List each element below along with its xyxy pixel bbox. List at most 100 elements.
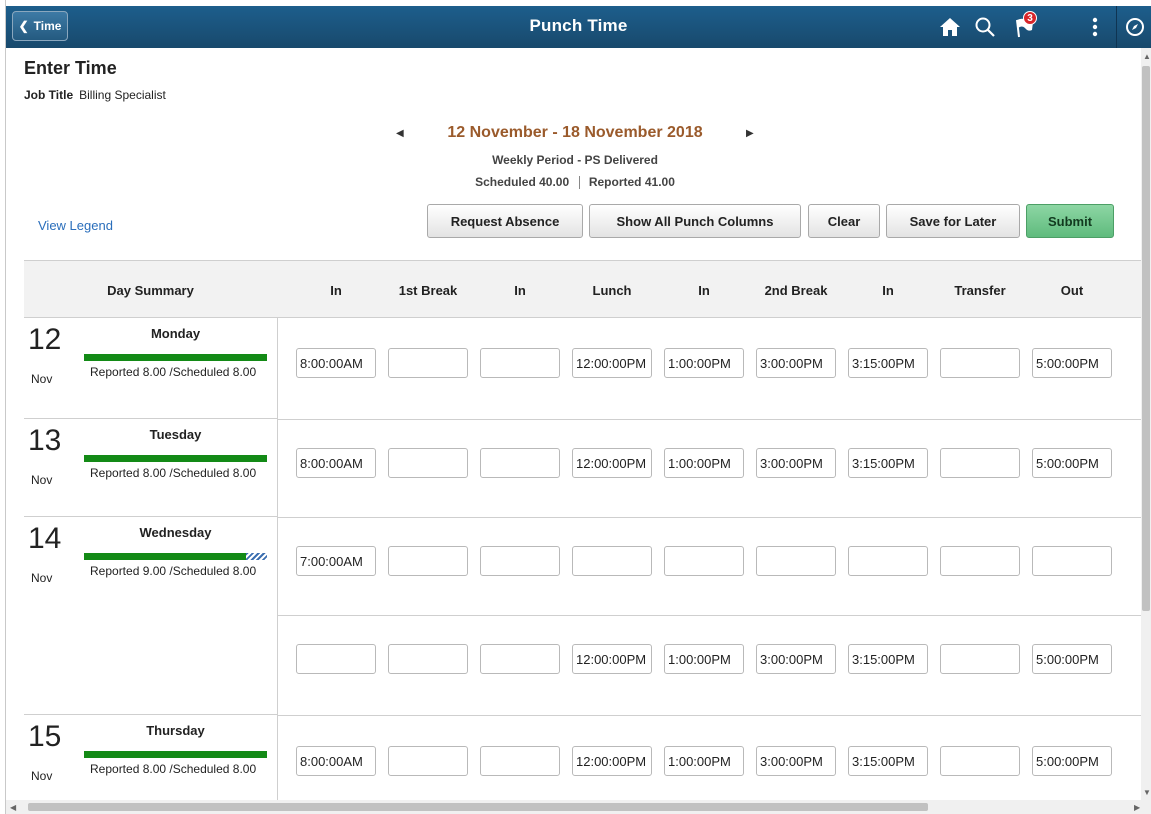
punch-input-in[interactable]: 1:00:00PM (664, 644, 744, 674)
punch-input-transfer[interactable] (940, 746, 1020, 776)
punch-input-out[interactable]: 5:00:00PM (1032, 348, 1112, 378)
punch-input-in[interactable]: 1:00:00PM (664, 746, 744, 776)
punch-input-lunch[interactable]: 12:00:00PM (572, 644, 652, 674)
punch-input-1st-break[interactable] (388, 348, 468, 378)
punch-input-in[interactable] (480, 746, 560, 776)
day-name: Tuesday (149, 427, 202, 442)
scroll-down-icon[interactable]: ▼ (1143, 788, 1151, 797)
day-summary-tuesday[interactable]: 13 Nov Tuesday Reported 8.00 /Scheduled … (24, 419, 277, 517)
punch-input-transfer[interactable] (940, 644, 1020, 674)
day-summary-thursday[interactable]: 15 Nov Thursday Reported 8.00 /Scheduled… (24, 715, 277, 800)
horizontal-scrollbar[interactable]: ◀ ▶ (6, 800, 1151, 814)
day-month: Nov (31, 372, 53, 386)
more-actions-icon[interactable] (1082, 14, 1108, 40)
left-edge (0, 0, 6, 814)
row-divider (277, 615, 1141, 616)
punch-input-out[interactable] (1032, 546, 1112, 576)
notifications-flag-icon[interactable]: 3 (1011, 11, 1037, 40)
clear-button[interactable]: Clear (808, 204, 880, 238)
punch-input-transfer[interactable] (940, 546, 1020, 576)
punch-input-in[interactable]: 8:00:00AM (296, 448, 376, 478)
punch-input-lunch[interactable]: 12:00:00PM (572, 746, 652, 776)
period-range: 12 November - 18 November 2018 (447, 124, 703, 141)
notification-badge: 3 (1023, 11, 1037, 25)
punch-input-in[interactable]: 3:15:00PM (848, 644, 928, 674)
column-header-1st-break: 1st Break (398, 283, 458, 298)
day-name: Thursday (146, 723, 205, 738)
punch-input-2nd-break[interactable]: 3:00:00PM (756, 348, 836, 378)
punch-input-out[interactable]: 5:00:00PM (1032, 448, 1112, 478)
punch-input-in[interactable]: 1:00:00PM (664, 448, 744, 478)
row-divider (277, 419, 1141, 420)
day-month: Nov (31, 571, 53, 585)
punch-input-1st-break[interactable] (388, 746, 468, 776)
next-period-icon[interactable]: ▶ (746, 128, 754, 139)
punch-input-in[interactable] (480, 348, 560, 378)
punch-input-1st-break[interactable] (388, 546, 468, 576)
punch-input-2nd-break[interactable] (756, 546, 836, 576)
reported-progress-bar (84, 354, 267, 361)
punch-input-in[interactable]: 7:00:00AM (296, 546, 376, 576)
punch-input-in[interactable] (480, 546, 560, 576)
back-button[interactable]: ❮ Time (12, 11, 68, 41)
totals-divider (578, 176, 580, 190)
horizontal-scroll-thumb[interactable] (28, 803, 928, 811)
column-header-out: Out (1060, 283, 1084, 298)
save-for-later-button[interactable]: Save for Later (886, 204, 1020, 238)
day-summary-wednesday[interactable]: 14 Nov Wednesday Reported 9.00 /Schedule… (24, 517, 277, 715)
punch-input-out[interactable]: 5:00:00PM (1032, 644, 1112, 674)
day-summary-monday[interactable]: 12 Nov Monday Reported 8.00 /Scheduled 8… (24, 318, 277, 419)
punch-input-2nd-break[interactable]: 3:00:00PM (756, 448, 836, 478)
punch-input-in[interactable] (480, 644, 560, 674)
request-absence-button[interactable]: Request Absence (427, 204, 583, 238)
search-icon[interactable] (972, 14, 998, 40)
show-all-punch-columns-button[interactable]: Show All Punch Columns (589, 204, 801, 238)
day-number: 12 (28, 323, 62, 356)
column-header-transfer: Transfer (954, 283, 1006, 298)
punch-input-1st-break[interactable] (388, 644, 468, 674)
punch-input-out[interactable]: 5:00:00PM (1032, 746, 1112, 776)
previous-period-icon[interactable]: ◀ (396, 128, 404, 139)
scroll-left-icon[interactable]: ◀ (10, 803, 16, 812)
punch-input-lunch[interactable]: 12:00:00PM (572, 448, 652, 478)
page-title: Enter Time (24, 58, 117, 78)
punch-input-in[interactable]: 8:00:00AM (296, 746, 376, 776)
day-reported-scheduled: Reported 8.00 /Scheduled 8.00 (90, 466, 257, 480)
reported-value: 41.00 (644, 175, 675, 189)
punch-input-in[interactable] (664, 546, 744, 576)
punch-input-in[interactable]: 3:15:00PM (848, 348, 928, 378)
punch-input-in[interactable]: 1:00:00PM (664, 348, 744, 378)
scroll-right-icon[interactable]: ▶ (1134, 803, 1140, 812)
home-icon[interactable] (937, 14, 963, 40)
row-divider (277, 715, 1141, 716)
punch-input-in[interactable]: 3:15:00PM (848, 448, 928, 478)
vertical-scroll-thumb[interactable] (1142, 66, 1150, 611)
punch-input-in[interactable] (480, 448, 560, 478)
scroll-up-icon[interactable]: ▲ (1143, 52, 1151, 61)
punch-input-transfer[interactable] (940, 348, 1020, 378)
punch-input-1st-break[interactable] (388, 448, 468, 478)
period-totals: Scheduled 40.00 Reported 41.00 (380, 175, 770, 190)
submit-button[interactable]: Submit (1026, 204, 1114, 238)
period-type: Weekly Period - PS Delivered (492, 153, 658, 167)
punch-input-in[interactable] (296, 644, 376, 674)
day-reported-scheduled: Reported 8.00 /Scheduled 8.00 (90, 365, 257, 379)
column-header-in: In (882, 283, 894, 298)
view-legend-link[interactable]: View Legend (38, 218, 113, 233)
column-header-lunch: Lunch (592, 283, 632, 298)
punch-input-transfer[interactable] (940, 448, 1020, 478)
navbar-compass-icon[interactable] (1122, 14, 1148, 40)
day-name: Monday (150, 326, 201, 341)
punch-input-in[interactable]: 3:15:00PM (848, 746, 928, 776)
punch-input-2nd-break[interactable]: 3:00:00PM (756, 746, 836, 776)
column-header-in: In (514, 283, 526, 298)
punch-input-in[interactable]: 8:00:00AM (296, 348, 376, 378)
app-frame: ❮ Time Punch Time 3 Enter Time Job Title… (0, 0, 1151, 814)
punch-input-lunch[interactable]: 12:00:00PM (572, 348, 652, 378)
punch-input-in[interactable] (848, 546, 928, 576)
vertical-scrollbar[interactable]: ▲ ▼ (1141, 48, 1151, 800)
punch-input-lunch[interactable] (572, 546, 652, 576)
column-header-in: In (698, 283, 710, 298)
period-navigator: ◀ 12 November - 18 November 2018 ▶ (380, 124, 770, 142)
punch-input-2nd-break[interactable]: 3:00:00PM (756, 644, 836, 674)
